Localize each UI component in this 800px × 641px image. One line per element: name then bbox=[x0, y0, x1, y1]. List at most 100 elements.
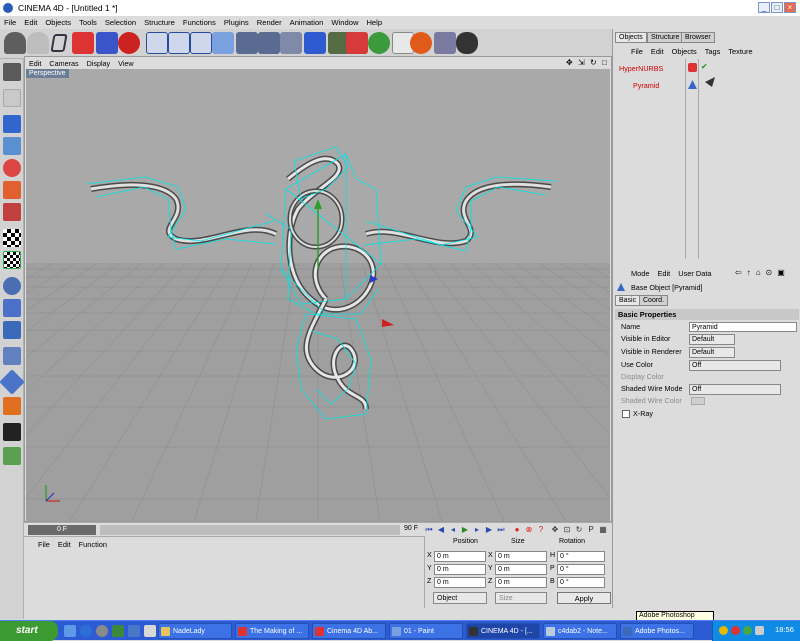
animation-mode-icon[interactable] bbox=[3, 299, 21, 317]
apply-button[interactable]: Apply bbox=[557, 592, 611, 604]
position-key-icon[interactable]: ✥ bbox=[550, 524, 560, 535]
new-window-icon[interactable]: ▣ bbox=[777, 268, 785, 277]
tray-icon-2[interactable] bbox=[731, 626, 740, 635]
menu-file[interactable]: File bbox=[0, 18, 20, 27]
phong-tag-icon[interactable] bbox=[705, 77, 715, 87]
task-cinema-4d-ab[interactable]: Cinema 4D Ab... bbox=[312, 623, 386, 639]
scale-key-icon[interactable]: ⊡ bbox=[562, 524, 572, 535]
previous-key-icon[interactable]: ◀ bbox=[436, 524, 446, 535]
explorer-icon[interactable] bbox=[128, 625, 140, 637]
rotation-b-field[interactable]: 0 ° bbox=[557, 577, 605, 588]
inverse-kinematics-icon[interactable] bbox=[3, 321, 21, 339]
menu-objects[interactable]: Objects bbox=[41, 18, 75, 27]
name-field[interactable]: Pyramid bbox=[689, 322, 797, 332]
back-arrow-icon[interactable]: ⇦ bbox=[735, 268, 742, 277]
light-icon[interactable] bbox=[410, 32, 432, 54]
tweak-mode-icon[interactable] bbox=[3, 347, 21, 365]
tab-structure[interactable]: Structure bbox=[647, 32, 684, 43]
material-menu-edit[interactable]: Edit bbox=[58, 540, 71, 549]
magnet-icon[interactable] bbox=[3, 397, 21, 415]
browser-icon[interactable] bbox=[80, 625, 92, 637]
object-axis-icon[interactable] bbox=[3, 277, 21, 295]
tab-browser[interactable]: Browser bbox=[681, 32, 715, 43]
brush-icon[interactable] bbox=[0, 369, 25, 395]
render-settings-icon[interactable] bbox=[280, 32, 302, 54]
record-icon[interactable]: ● bbox=[512, 524, 522, 535]
visible-in-editor-select[interactable]: Default bbox=[689, 334, 735, 345]
parameter-key-icon[interactable]: P bbox=[586, 524, 596, 535]
menu-tools[interactable]: Tools bbox=[75, 18, 101, 27]
size-mode-select[interactable]: Size bbox=[495, 592, 547, 604]
task-making-of[interactable]: The Making of ... bbox=[235, 623, 309, 639]
rotate-icon[interactable] bbox=[118, 32, 140, 54]
live-selection-icon[interactable] bbox=[50, 34, 68, 52]
menu-structure[interactable]: Structure bbox=[140, 18, 179, 27]
perspective-viewport[interactable]: Perspective bbox=[26, 69, 610, 521]
menu-edit[interactable]: Edit bbox=[20, 18, 41, 27]
rotation-key-icon[interactable]: ↻ bbox=[574, 524, 584, 535]
y-axis-lock-icon[interactable] bbox=[168, 32, 190, 54]
menu-functions[interactable]: Functions bbox=[179, 18, 220, 27]
x-axis-lock-icon[interactable] bbox=[146, 32, 168, 54]
menu-plugins[interactable]: Plugins bbox=[220, 18, 253, 27]
task-nadelady[interactable]: NadeLady bbox=[158, 623, 232, 639]
visible-in-renderer-select[interactable]: Default bbox=[689, 347, 735, 358]
previous-frame-icon[interactable]: ◂ bbox=[448, 524, 458, 535]
z-axis-lock-icon[interactable] bbox=[190, 32, 212, 54]
object-hypernurbs[interactable]: HyperNURBS bbox=[619, 64, 663, 73]
size-z-field[interactable]: 0 m bbox=[495, 577, 547, 588]
xray-checkbox[interactable] bbox=[622, 410, 630, 418]
task-photoshop[interactable]: Adobe Photos... bbox=[620, 623, 694, 639]
search-icon[interactable]: ⊙ bbox=[766, 268, 773, 277]
make-editable-icon[interactable] bbox=[3, 89, 21, 107]
menu-help[interactable]: Help bbox=[362, 18, 386, 27]
cube-primitive-icon[interactable] bbox=[304, 32, 326, 54]
maximize-view-icon[interactable]: □ bbox=[598, 58, 607, 67]
viewport-menu-view[interactable]: View bbox=[114, 59, 137, 68]
objects-menu-file[interactable]: File bbox=[631, 47, 643, 56]
object-mode-icon[interactable] bbox=[3, 115, 21, 133]
lock-icon[interactable]: ⌂ bbox=[756, 268, 761, 277]
quick-launch-more-icon[interactable] bbox=[144, 625, 156, 637]
objects-menu-objects[interactable]: Objects bbox=[672, 47, 697, 56]
nurbs-icon[interactable] bbox=[346, 32, 368, 54]
keyframe-selection-icon[interactable]: ? bbox=[536, 524, 546, 535]
edges-mode-icon[interactable] bbox=[3, 181, 21, 199]
show-desktop-icon[interactable] bbox=[64, 625, 76, 637]
time-slider[interactable] bbox=[100, 525, 400, 535]
task-paint[interactable]: 01 - Paint bbox=[389, 623, 463, 639]
coordinate-system-icon[interactable] bbox=[212, 32, 234, 54]
start-button[interactable]: start bbox=[0, 621, 58, 641]
viewport-menu-display[interactable]: Display bbox=[83, 59, 115, 68]
attributes-menu-edit[interactable]: Edit bbox=[658, 269, 671, 278]
texture-axis-icon[interactable] bbox=[3, 251, 21, 269]
size-x-field[interactable]: 0 m bbox=[495, 551, 547, 562]
objects-menu-edit[interactable]: Edit bbox=[651, 47, 664, 56]
attributes-menu-mode[interactable]: Mode bbox=[631, 269, 650, 278]
material-menu-file[interactable]: File bbox=[38, 540, 50, 549]
tab-coord[interactable]: Coord. bbox=[639, 295, 669, 306]
menu-selection[interactable]: Selection bbox=[101, 18, 140, 27]
tab-objects[interactable]: Objects bbox=[615, 32, 647, 43]
close-icon[interactable]: × bbox=[784, 2, 796, 13]
menu-render[interactable]: Render bbox=[253, 18, 286, 27]
viewport-menu-edit[interactable]: Edit bbox=[25, 59, 45, 68]
hyperlink-icon[interactable] bbox=[456, 32, 478, 54]
position-y-field[interactable]: 0 m bbox=[434, 564, 486, 575]
object-pyramid[interactable]: Pyramid bbox=[633, 81, 659, 90]
volume-icon[interactable] bbox=[755, 626, 764, 635]
zoom-view-icon[interactable]: ⇲ bbox=[574, 58, 585, 67]
render-view-icon[interactable] bbox=[236, 32, 258, 54]
tray-icon-1[interactable] bbox=[719, 626, 728, 635]
viewport-menu-cameras[interactable]: Cameras bbox=[45, 59, 82, 68]
use-color-select[interactable]: Off bbox=[689, 360, 781, 371]
next-frame-icon[interactable]: ▸ bbox=[472, 524, 482, 535]
media-player-icon[interactable] bbox=[96, 625, 108, 637]
model-mode-icon[interactable] bbox=[3, 137, 21, 155]
material-menu-function[interactable]: Function bbox=[79, 540, 107, 549]
objects-menu-texture[interactable]: Texture bbox=[728, 47, 752, 56]
texture-mode-icon[interactable] bbox=[3, 229, 21, 247]
objects-menu-tags[interactable]: Tags bbox=[705, 47, 721, 56]
menu-window[interactable]: Window bbox=[327, 18, 362, 27]
undo-icon[interactable] bbox=[4, 32, 26, 54]
